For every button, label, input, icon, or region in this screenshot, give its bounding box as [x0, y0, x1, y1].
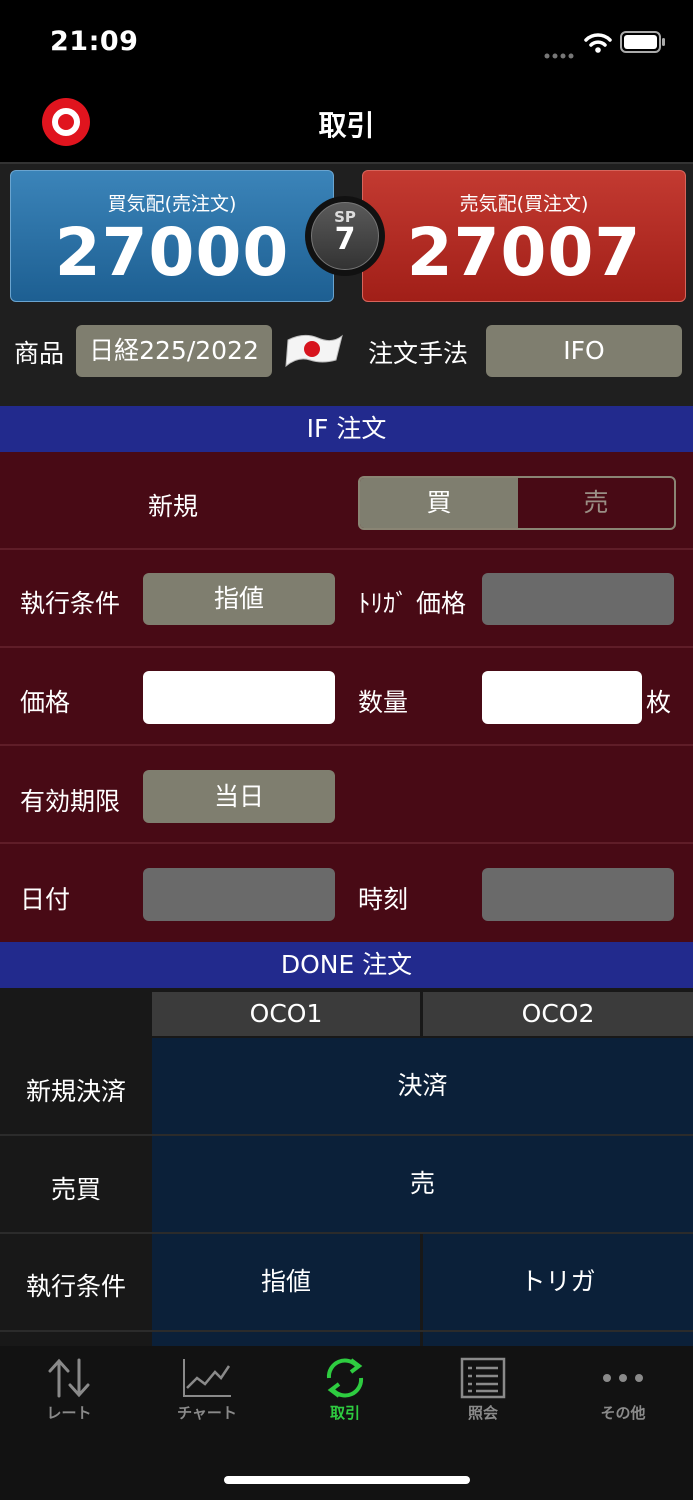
- time-input[interactable]: [482, 868, 674, 921]
- bid-quote-button[interactable]: 買気配(売注文) 27000: [10, 170, 334, 302]
- ask-value: 27007: [406, 214, 642, 291]
- if-order-header: IF 注文: [0, 406, 693, 452]
- tab-label: その他: [600, 1404, 646, 1422]
- tab-chart[interactable]: チャート: [138, 1356, 276, 1423]
- tab-label: チャート: [177, 1404, 237, 1422]
- battery-icon: [620, 31, 666, 57]
- home-indicator: [224, 1476, 470, 1484]
- tab-label: 照会: [467, 1404, 498, 1422]
- japan-flag-icon: [284, 330, 344, 370]
- done-order-header: DONE 注文: [0, 942, 693, 988]
- line-chart-icon: [183, 1359, 231, 1397]
- page-title: 取引: [318, 109, 375, 142]
- spread-value: 7: [334, 222, 356, 257]
- oco1-header: OCO1: [152, 992, 420, 1036]
- bid-label: 買気配(売注文): [107, 193, 237, 215]
- exec-condition-label: 執行条件: [20, 589, 121, 618]
- date-input[interactable]: [143, 868, 335, 921]
- row-divider: [0, 646, 693, 648]
- oco1-next-cell: [152, 1332, 420, 1346]
- oco1-exec-select[interactable]: 指値: [152, 1234, 420, 1330]
- validity-label: 有効期限: [20, 787, 121, 816]
- tab-other[interactable]: その他: [554, 1356, 692, 1423]
- ask-quote-button[interactable]: 売気配(買注文) 27007: [362, 170, 686, 302]
- row-divider: [0, 842, 693, 844]
- quantity-label: 数量: [358, 688, 409, 717]
- row-divider: [0, 744, 693, 746]
- oco2-exec-select[interactable]: トリガ: [423, 1234, 693, 1330]
- new-settle-select[interactable]: 決済: [152, 1038, 693, 1134]
- side-label: 売買: [50, 1175, 101, 1204]
- tab-inquiry[interactable]: 照会: [414, 1356, 552, 1423]
- status-time: 21:09: [50, 26, 139, 57]
- date-label: 日付: [20, 885, 71, 914]
- cellular-signal-icon: [544, 45, 576, 64]
- done-exec-label: 執行条件: [25, 1272, 126, 1301]
- order-method-label: 注文手法: [368, 339, 469, 368]
- refresh-icon: [326, 1358, 364, 1398]
- buy-sell-toggle: 買 売: [358, 476, 676, 530]
- tab-label: レート: [46, 1404, 92, 1422]
- order-method-select[interactable]: IFO: [486, 325, 682, 377]
- oco2-next-cell: [423, 1332, 693, 1346]
- wifi-icon: [584, 32, 612, 58]
- quantity-unit: 枚: [646, 688, 672, 717]
- side-select[interactable]: 売: [152, 1136, 693, 1232]
- trigger-price-label: ﾄﾘｶﾞ 価格: [358, 589, 466, 618]
- price-input[interactable]: [143, 671, 335, 724]
- arrows-updown-icon: [48, 1358, 90, 1398]
- exec-condition-select[interactable]: 指値: [143, 573, 335, 625]
- price-label: 価格: [20, 688, 71, 717]
- tab-rate[interactable]: レート: [0, 1356, 138, 1423]
- quantity-input[interactable]: [482, 671, 642, 724]
- oco2-header: OCO2: [423, 992, 693, 1036]
- buy-toggle-button[interactable]: 買: [360, 478, 518, 528]
- trigger-price-input[interactable]: [482, 573, 674, 625]
- row-divider: [0, 548, 693, 550]
- list-icon: [460, 1357, 506, 1399]
- product-select[interactable]: 日経225/2022: [76, 325, 272, 377]
- ask-label: 売気配(買注文): [459, 193, 589, 215]
- new-order-label: 新規: [148, 492, 199, 521]
- validity-select[interactable]: 当日: [143, 770, 335, 823]
- sell-toggle-button[interactable]: 売: [518, 478, 674, 528]
- spread-badge: SP 7: [305, 196, 385, 276]
- new-settle-label: 新規決済: [25, 1077, 126, 1106]
- product-label: 商品: [14, 339, 65, 368]
- tab-label: 取引: [329, 1404, 360, 1422]
- more-icon: [603, 1374, 643, 1382]
- tab-trade[interactable]: 取引: [276, 1356, 414, 1423]
- bid-value: 27000: [54, 214, 290, 291]
- time-label: 時刻: [358, 885, 409, 914]
